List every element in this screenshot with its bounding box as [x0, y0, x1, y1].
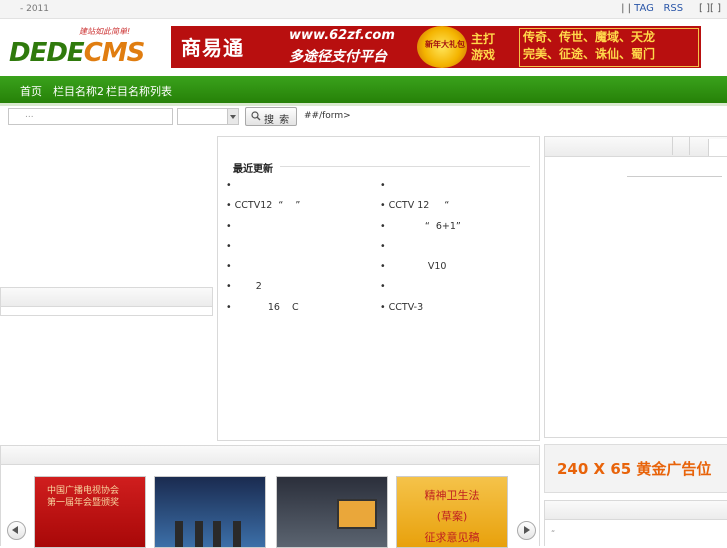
- rss-link[interactable]: RSS: [663, 3, 683, 14]
- list-item[interactable]: “: [551, 529, 555, 538]
- gallery-thumb[interactable]: [276, 476, 388, 548]
- list-item[interactable]: • V10: [380, 261, 446, 272]
- next-arrow-icon[interactable]: [517, 521, 536, 540]
- list-item[interactable]: •: [380, 180, 386, 191]
- list-item[interactable]: •: [380, 241, 386, 252]
- list-item[interactable]: •: [226, 180, 232, 191]
- gallery-thumb[interactable]: [154, 476, 266, 548]
- banner-games-row: 传奇、传世、魔域、天龙: [523, 30, 656, 44]
- person-figure: [175, 521, 183, 547]
- chevron-down-icon[interactable]: [227, 109, 238, 124]
- header-banner-ad[interactable]: 商易通 www.62zf.com 多途径支付平台 新年大礼包 主打 游戏 传奇、…: [171, 26, 701, 68]
- search-icon: [251, 111, 261, 121]
- ad-240x65[interactable]: 240 X 65 黄金广告位: [544, 444, 727, 493]
- search-note: ##/form>: [304, 111, 351, 121]
- site-logo[interactable]: 建站如此简单! DEDECMS: [9, 26, 169, 68]
- person-figure: [213, 521, 221, 547]
- nav-item-column2[interactable]: 栏目名称2: [53, 83, 104, 99]
- search-bar: ... 搜 索 ##/form>: [0, 106, 727, 128]
- top-links-prefix: | |: [621, 3, 631, 14]
- latest-updates-title: 最近更新: [233, 164, 273, 175]
- latest-updates-panel: 最近更新 • • CCTV12 “ ” • • • • 2 • 16 C • •…: [217, 136, 540, 441]
- person-figure: [195, 521, 203, 547]
- logo-wordmark: DEDECMS: [9, 38, 146, 68]
- list-item[interactable]: •: [380, 281, 386, 292]
- tag-link[interactable]: TAG: [634, 3, 654, 14]
- tab-1[interactable]: [672, 137, 689, 155]
- gallery-thumb-line: 精神卫生法: [424, 489, 480, 502]
- person-figure: [233, 521, 241, 547]
- search-button-label: 搜 索: [264, 115, 291, 126]
- list-item[interactable]: • CCTV-3: [380, 302, 423, 313]
- search-button[interactable]: 搜 索: [245, 107, 297, 126]
- image-gallery: 中国广播电视协会 第一届年会暨颁奖 精神卫生法 (草案) 征求意见稿: [0, 445, 540, 548]
- top-links-suffix[interactable]: [ ][ ]: [699, 3, 721, 14]
- bottom-right-panel: “: [544, 500, 727, 546]
- left-panel-body: [0, 305, 213, 316]
- list-item[interactable]: • 16 C: [226, 302, 299, 313]
- logo-slogan: 建站如此简单!: [79, 27, 131, 36]
- banner-url: www.62zf.com: [289, 28, 395, 43]
- gallery-thumb[interactable]: 中国广播电视协会 第一届年会暨颁奖: [34, 476, 146, 548]
- list-item[interactable]: •: [226, 261, 232, 272]
- banner-coin-text: 新年大礼包: [425, 40, 465, 49]
- gallery-thumb[interactable]: 精神卫生法 (草案) 征求意见稿: [396, 476, 508, 548]
- monitor-shape: [337, 499, 377, 529]
- list-item[interactable]: • CCTV 12 “: [380, 200, 449, 211]
- list-item[interactable]: •: [226, 241, 232, 252]
- list-item[interactable]: •: [226, 221, 232, 232]
- logo-word-a: DEDE: [9, 38, 85, 68]
- search-input[interactable]: ...: [8, 108, 173, 125]
- banner-brand: 商易通: [181, 36, 244, 60]
- gallery-header: [1, 446, 539, 465]
- main-nav: 首页 栏目名称2 栏目名称列表: [0, 76, 727, 103]
- tab-active[interactable]: [708, 139, 727, 156]
- nav-item-column-list[interactable]: 栏目名称列表: [106, 83, 172, 99]
- ad-text: 240 X 65 黄金广告位: [557, 460, 712, 478]
- list-item[interactable]: • 2: [226, 281, 262, 292]
- banner-games-row: 完美、征途、诛仙、蜀门: [523, 47, 656, 61]
- banner-games-list: 传奇、传世、魔域、天龙 完美、征途、诛仙、蜀门: [523, 29, 655, 63]
- banner-games-label: 主打 游戏: [471, 32, 496, 62]
- search-type-select[interactable]: [177, 108, 239, 125]
- top-links: | | TAG RSS [ ][ ]: [621, 3, 721, 14]
- right-tab-panel: [544, 136, 727, 438]
- nav-item-home[interactable]: 首页: [20, 83, 42, 99]
- gallery-thumb-line: (草案): [436, 510, 468, 523]
- banner-coin-icon: 新年大礼包: [417, 26, 467, 68]
- title-divider: [280, 166, 530, 167]
- gallery-thumb-line: 征求意见稿: [424, 531, 480, 544]
- top-bar: - 2011 | | TAG RSS [ ][ ]: [0, 0, 727, 19]
- prev-arrow-icon[interactable]: [7, 521, 26, 540]
- bottom-right-header: [545, 501, 727, 520]
- date-text: - 2011: [20, 4, 50, 14]
- logo-word-b: CMS: [83, 38, 146, 68]
- tab-2[interactable]: [689, 137, 706, 155]
- list-item[interactable]: • “ 6+1”: [380, 221, 461, 232]
- gallery-thumb-caption: 中国广播电视协会 第一届年会暨颁奖: [47, 486, 120, 508]
- left-panel-header: [0, 287, 213, 307]
- banner-tagline: 多途径支付平台: [289, 49, 387, 65]
- right-panel-divider: [627, 176, 722, 177]
- list-item[interactable]: • CCTV12 “ ”: [226, 200, 300, 211]
- search-input-placeholder: ...: [25, 110, 34, 120]
